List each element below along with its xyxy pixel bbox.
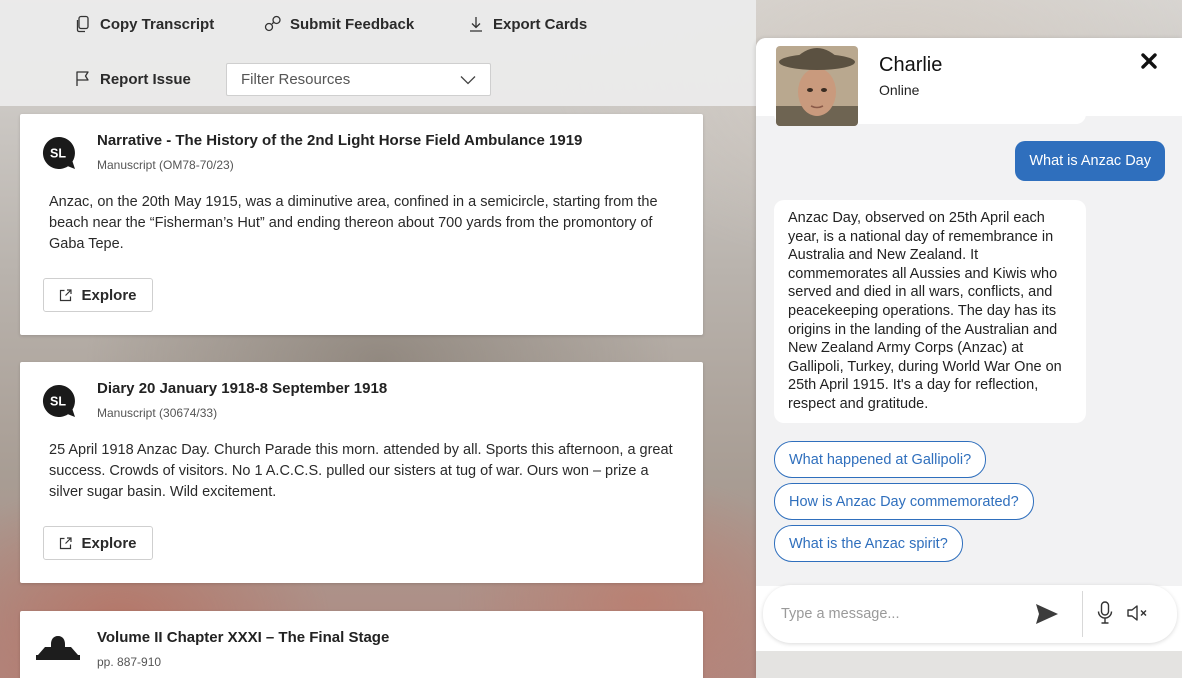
- explore-label: Explore: [81, 286, 137, 304]
- bot-message: Anzac Day, observed on 25th April each y…: [774, 200, 1086, 423]
- chat-header: Charlie Online: [756, 38, 1182, 126]
- resource-card: SL Diary 20 January 1918-8 September 191…: [20, 362, 703, 583]
- submit-feedback-button[interactable]: Submit Feedback: [264, 15, 414, 33]
- submit-feedback-label: Submit Feedback: [290, 15, 415, 33]
- sl-logo-icon: SL: [42, 384, 75, 417]
- message-input[interactable]: [781, 597, 1021, 631]
- chat-panel: Charlie Online What is Anzac Day Anzac D…: [756, 38, 1182, 678]
- message-composer: [763, 585, 1177, 643]
- feedback-icon: [264, 15, 281, 32]
- card-subtitle: Manuscript (30674/33): [97, 406, 218, 420]
- explore-button[interactable]: Explore: [43, 278, 153, 312]
- toolbar: Copy Transcript Submit Feedback Export C…: [0, 0, 756, 106]
- suggestion-chip[interactable]: What happened at Gallipoli?: [774, 441, 987, 478]
- card-body: Anzac, on the 20th May 1915, was a dimin…: [49, 194, 658, 252]
- chat-bot-name: Charlie: [879, 54, 943, 76]
- avatar: [776, 46, 858, 126]
- chat-messages: What is Anzac Day Anzac Day, observed on…: [756, 102, 1182, 586]
- sl-logo-text: SL: [50, 147, 66, 161]
- external-link-icon: [60, 536, 73, 549]
- speaker-muted-icon[interactable]: [1126, 603, 1150, 623]
- chat-footer: [756, 651, 1182, 678]
- sl-logo-text: SL: [50, 395, 66, 409]
- card-title: Diary 20 January 1918-8 September 1918: [97, 380, 388, 397]
- user-message: What is Anzac Day: [1015, 141, 1165, 181]
- card-subtitle: pp. 887-910: [97, 655, 162, 669]
- memorial-logo-icon: [36, 636, 80, 660]
- card-title: Volume II Chapter XXXI – The Final Stage: [97, 629, 390, 646]
- suggestion-chip[interactable]: What is the Anzac spirit?: [774, 525, 963, 562]
- copy-transcript-label: Copy Transcript: [100, 15, 215, 33]
- filter-resources-placeholder: Filter Resources: [241, 71, 351, 88]
- chevron-down-icon: [460, 75, 476, 84]
- send-icon[interactable]: [1035, 603, 1059, 625]
- card-subtitle: Manuscript (OM78-70/23): [97, 158, 234, 172]
- filter-resources-select[interactable]: Filter Resources: [226, 63, 491, 96]
- resource-card: SL Narrative - The History of the 2nd Li…: [20, 114, 703, 335]
- suggestion-chip[interactable]: How is Anzac Day commemorated?: [774, 483, 1034, 520]
- report-issue-button[interactable]: Report Issue: [74, 70, 191, 88]
- external-link-icon: [60, 288, 73, 301]
- microphone-icon[interactable]: [1096, 601, 1114, 625]
- close-icon[interactable]: [1138, 50, 1160, 72]
- sl-logo-icon: SL: [42, 136, 75, 169]
- flag-icon: [76, 71, 89, 86]
- report-issue-label: Report Issue: [100, 70, 191, 88]
- chat-status: Online: [879, 82, 920, 98]
- explore-button[interactable]: Explore: [43, 526, 153, 560]
- copy-icon: [76, 15, 89, 33]
- copy-transcript-button[interactable]: Copy Transcript: [74, 15, 214, 33]
- card-body: 25 April 1918 Anzac Day. Church Parade t…: [49, 442, 673, 500]
- explore-label: Explore: [81, 534, 137, 552]
- export-cards-label: Export Cards: [493, 15, 588, 33]
- download-icon: [470, 17, 482, 32]
- resource-card: Volume II Chapter XXXI – The Final Stage…: [20, 611, 703, 678]
- composer-divider: [1082, 591, 1083, 637]
- card-title: Narrative - The History of the 2nd Light…: [97, 132, 583, 149]
- export-cards-button[interactable]: Export Cards: [467, 15, 587, 33]
